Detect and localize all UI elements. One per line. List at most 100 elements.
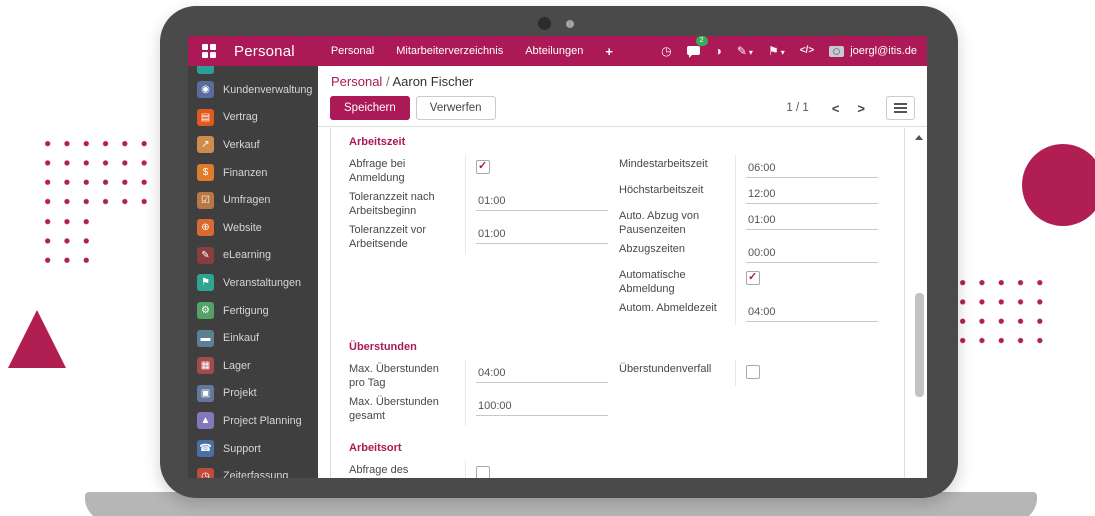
sidebar-app-item[interactable]: ✎ eLearning — [188, 242, 318, 270]
menu-mitarbeiterverzeichnis[interactable]: Mitarbeiterverzeichnis — [396, 45, 503, 57]
field-label-abfrage-bei-anmeldung: Abfrage bei Anmeldung — [349, 155, 465, 188]
sidebar-app-label: Finanzen — [223, 167, 267, 179]
input-max-ueberstunden-gesamt[interactable]: 100:00 — [476, 400, 608, 416]
flag-menu-icon[interactable]: ⚑▾ — [768, 45, 785, 57]
sidebar-app-item[interactable]: ⊕ Website — [188, 214, 318, 242]
field-row: Toleranzzeit vor Arbeitsende 01:00 — [349, 221, 601, 254]
sidebar-app-item[interactable]: ◉ Kundenverwaltung — [188, 76, 318, 104]
scrollbar-up-arrow-icon[interactable] — [915, 135, 923, 140]
edit-menu-icon[interactable]: ✎▾ — [737, 45, 753, 57]
breadcrumb-separator: / — [386, 74, 390, 89]
user-menu[interactable]: joergl@itis.de — [829, 45, 917, 57]
add-menu-icon[interactable]: + — [605, 44, 613, 59]
menu-personal[interactable]: Personal — [331, 45, 374, 57]
input-auto-abzug[interactable]: 01:00 — [746, 214, 878, 230]
field-row: Abfrage des Standorts bei Anmeldung — [349, 461, 601, 478]
sidebar-app-item[interactable]: ◷ Zeiterfassung — [188, 462, 318, 478]
input-abmeldezeit[interactable]: 04:00 — [746, 306, 878, 322]
chevron-down-icon: ▾ — [781, 48, 785, 57]
field-label-abfrage-des-standorts: Abfrage des Standorts bei Anmeldung — [349, 461, 465, 478]
checkbox-ueberstundenverfall[interactable] — [746, 365, 760, 379]
sidebar-app-item[interactable]: ▣ Projekt — [188, 380, 318, 408]
field-label-mindestarbeitszeit: Mindestarbeitszeit — [619, 155, 735, 181]
field-row: Abzugszeiten 00:00 — [619, 240, 872, 266]
pager-previous-icon[interactable]: < — [823, 101, 849, 116]
layout-menu-icon[interactable] — [886, 96, 915, 120]
support-app-icon: ☎ — [197, 440, 214, 457]
sidebar-app-item[interactable]: ☑ Umfragen — [188, 186, 318, 214]
app-menus: Personal Mitarbeiterverzeichnis Abteilun… — [331, 44, 613, 59]
field-label-max-ueberstunden-pro-tag: Max. Überstunden pro Tag — [349, 360, 465, 393]
events-app-icon: ⚑ — [197, 274, 214, 291]
input-toleranzzeit-nach[interactable]: 01:00 — [476, 195, 608, 211]
scrollbar-thumb[interactable] — [915, 293, 924, 397]
sidebar-app-item[interactable]: ▬ Einkauf — [188, 324, 318, 352]
section-arbeitsort: Arbeitsort Abfrage des Standorts bei Anm… — [349, 442, 904, 478]
elearning-app-icon: ✎ — [197, 247, 214, 264]
input-max-ueberstunden-pro-tag[interactable]: 04:00 — [476, 367, 608, 383]
sidebar-app-item[interactable]: ↗ Verkauf — [188, 131, 318, 159]
section-arbeitszeit: Arbeitszeit Abfrage bei Anmeldung Tolera… — [349, 136, 904, 325]
field-row: Auto. Abzug von Pausenzeiten 01:00 — [619, 207, 872, 240]
sidebar-app-item[interactable]: $ Finanzen — [188, 159, 318, 187]
contrast-icon[interactable]: ◑ — [715, 45, 722, 57]
checkbox-abfrage-des-standorts[interactable] — [476, 466, 490, 478]
chat-bubble-icon — [687, 46, 700, 55]
pager-next-icon[interactable]: > — [848, 101, 874, 116]
field-label-toleranzzeit-nach: Toleranzzeit nach Arbeitsbeginn — [349, 188, 465, 221]
section-title: Überstunden — [349, 341, 904, 353]
finance-app-icon: $ — [197, 164, 214, 181]
planning-app-icon: ▲ — [197, 412, 214, 429]
sidebar-app-label: Fertigung — [223, 305, 269, 317]
apps-sidebar: ◉ Kundenverwaltung ▤ Vertrag ↗ Verkauf $… — [188, 66, 318, 478]
topbar-systray: ◷ 2 ◑ ✎▾ ⚑▾ </> joergl@itis.de — [661, 42, 917, 60]
input-toleranzzeit-vor[interactable]: 01:00 — [476, 228, 608, 244]
input-abzugszeiten[interactable]: 00:00 — [746, 247, 878, 263]
checkbox-automatische-abmeldung[interactable] — [746, 271, 760, 285]
checkbox-abfrage-bei-anmeldung[interactable] — [476, 160, 490, 174]
field-label-hoechstarbeitszeit: Höchstarbeitszeit — [619, 181, 735, 207]
menu-abteilungen[interactable]: Abteilungen — [525, 45, 583, 57]
decor-dots-right — [953, 273, 1050, 351]
activities-clock-icon[interactable]: ◷ — [661, 45, 671, 57]
field-label-abmeldezeit: Autom. Abmeldezeit — [619, 299, 735, 325]
button-row: Speichern Verwerfen 1 / 1 < > — [330, 96, 915, 120]
breadcrumb-parent-link[interactable]: Personal — [331, 74, 382, 89]
flag-icon: ⚑ — [768, 44, 779, 58]
field-row: Max. Überstunden pro Tag 04:00 — [349, 360, 601, 393]
field-label-auto-abzug: Auto. Abzug von Pausenzeiten — [619, 207, 735, 240]
sidebar-app-item[interactable]: ⚙ Fertigung — [188, 297, 318, 325]
user-name: joergl@itis.de — [850, 45, 917, 57]
control-panel: Personal / Aaron Fischer Speichern Verwe… — [318, 66, 927, 127]
messages-icon[interactable]: 2 — [687, 42, 700, 60]
sidebar-app-item[interactable]: ▲ Project Planning — [188, 407, 318, 435]
section-title: Arbeitszeit — [349, 136, 904, 148]
input-mindestarbeitszeit[interactable]: 06:00 — [746, 162, 878, 178]
sidebar-app-item[interactable]: ▤ Vertrag — [188, 104, 318, 132]
discard-button[interactable]: Verwerfen — [416, 96, 496, 120]
form-view: Arbeitszeit Abfrage bei Anmeldung Tolera… — [318, 128, 927, 478]
sidebar-app-label: Projekt — [223, 387, 257, 399]
input-hoechstarbeitszeit[interactable]: 12:00 — [746, 188, 878, 204]
webcam-icon — [538, 17, 551, 30]
screen: Personal Personal Mitarbeiterverzeichnis… — [188, 36, 927, 478]
sidebar-app-item[interactable]: ⚑ Veranstaltungen — [188, 269, 318, 297]
chevron-down-icon: ▾ — [749, 48, 753, 57]
field-label-toleranzzeit-vor: Toleranzzeit vor Arbeitsende — [349, 221, 465, 254]
sidebar-app-label: Veranstaltungen — [223, 277, 301, 289]
sidebar-app-label: Zeiterfassung — [223, 470, 288, 478]
apps-menu-icon[interactable] — [202, 44, 216, 58]
sidebar-app-item[interactable]: ▦ Lager — [188, 352, 318, 380]
field-row: Autom. Abmeldezeit 04:00 — [619, 299, 872, 325]
sidebar-partial-app-icon[interactable] — [197, 66, 214, 74]
field-row: Toleranzzeit nach Arbeitsbeginn 01:00 — [349, 188, 601, 221]
laptop-screen-frame: Personal Personal Mitarbeiterverzeichnis… — [160, 6, 958, 498]
form-sheet: Arbeitszeit Abfrage bei Anmeldung Tolera… — [330, 128, 905, 478]
field-row: Automatische Abmeldung — [619, 266, 872, 299]
timesheet-app-icon: ◷ — [197, 468, 214, 478]
section-ueberstunden: Überstunden Max. Überstunden pro Tag 04:… — [349, 341, 904, 426]
breadcrumb-current: Aaron Fischer — [392, 74, 473, 89]
save-button[interactable]: Speichern — [330, 96, 410, 120]
sidebar-app-item[interactable]: ☎ Support — [188, 435, 318, 463]
developer-tools-icon[interactable]: </> — [800, 46, 814, 56]
